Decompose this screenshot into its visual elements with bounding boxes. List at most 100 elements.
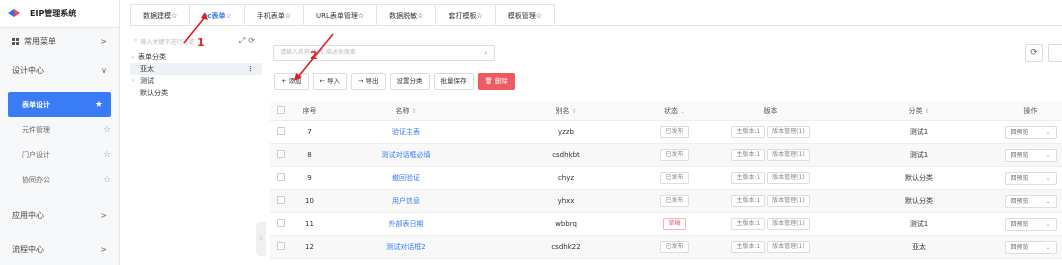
- menu-design-center-label: 设计中心: [12, 66, 44, 75]
- star-outline-icon[interactable]: ☆: [103, 125, 111, 135]
- version-mgmt-button[interactable]: 版本管理(1): [767, 172, 810, 184]
- action-dropdown[interactable]: 回预览 ⌄: [1004, 194, 1057, 208]
- header-name[interactable]: 名称 ⇕: [327, 106, 485, 116]
- main-version-button[interactable]: 主版本:1: [731, 241, 766, 253]
- cell-no: 8: [307, 151, 312, 159]
- tree-node-yatai[interactable]: 亚太 ⋮: [130, 63, 262, 75]
- table-row[interactable]: 12 测试对话框2 csdhk22 已发布 主版本:1 版本管理(1) 亚太 回预览 ⌄: [270, 236, 1062, 259]
- more-icon[interactable]: ⋮: [247, 63, 254, 75]
- sidebar-item-form-design[interactable]: 表单设计 ★: [8, 92, 111, 117]
- expand-collapse-icon[interactable]: ⤢: [239, 36, 248, 45]
- delete-button[interactable]: 🗑 删除: [477, 73, 515, 90]
- main-version-button[interactable]: 主版本:1: [731, 195, 766, 207]
- table-row[interactable]: 11 外部表日期 wbbrq 草稿 主版本:1 版本管理(1) 测试1 回预览 ⌄: [270, 213, 1062, 236]
- tree-node-label: 默认分类: [140, 89, 168, 97]
- sidebar-item-component-mgmt[interactable]: 元件管理 ☆: [0, 117, 119, 142]
- menu-common-label: 常用菜单: [24, 36, 56, 46]
- version-mgmt-button[interactable]: 版本管理(1): [767, 149, 810, 161]
- menu-app-center[interactable]: 应用中心 >: [0, 198, 119, 232]
- row-checkbox[interactable]: [277, 219, 285, 227]
- cell-name-link[interactable]: 用户信息: [392, 197, 420, 205]
- cell-name-link[interactable]: 验证主表: [392, 128, 420, 136]
- tab-data-masking[interactable]: 数据脱敏☆: [377, 4, 437, 26]
- version-mgmt-button[interactable]: 版本管理(1): [767, 218, 810, 230]
- version-mgmt-button[interactable]: 版本管理(1): [767, 241, 810, 253]
- chevron-down-icon: ⌄: [1045, 197, 1051, 205]
- logo-icon: [8, 9, 20, 18]
- caret-down-icon[interactable]: ⌄: [130, 51, 138, 63]
- table-row[interactable]: 7 验证主表 yzzb 已发布 主版本:1 版本管理(1) 测试1 回预览 ⌄: [270, 121, 1062, 144]
- row-checkbox[interactable]: [277, 173, 285, 181]
- action-dropdown[interactable]: 回预览 ⌄: [1004, 240, 1057, 254]
- header-no: 序号: [302, 106, 317, 115]
- tab-print-template[interactable]: 套打模板☆: [436, 4, 496, 26]
- cell-alias: wbbrq: [555, 220, 577, 228]
- sidebar-item-collab-office[interactable]: 协同办公 ☆: [0, 167, 119, 192]
- tab-template-mgmt[interactable]: 模板管理☆: [495, 4, 556, 26]
- tab-pc-form[interactable]: pc表单☆: [190, 4, 245, 26]
- main-version-button[interactable]: 主版本:1: [731, 172, 766, 184]
- settings-button[interactable]: [1048, 44, 1062, 62]
- action-dropdown[interactable]: 回预览 ⌄: [1004, 125, 1057, 139]
- table-row[interactable]: 9 撤回验证 chyz 已发布 主版本:1 版本管理(1) 默认分类 回预览 ⌄: [270, 167, 1062, 190]
- cell-name-link[interactable]: 撤回验证: [392, 174, 420, 182]
- chevron-right-icon: >: [100, 36, 107, 46]
- table-row[interactable]: 8 测试对话框必填 csdhkbt 已发布 主版本:1 版本管理(1) 测试1 回预览 ⌄: [270, 144, 1062, 167]
- caret-right-icon[interactable]: ›: [132, 75, 140, 87]
- tab-mobile-form[interactable]: 手机表单☆: [244, 4, 304, 26]
- version-mgmt-button[interactable]: 版本管理(1): [767, 195, 810, 207]
- header-category[interactable]: 分类 ⇕: [839, 106, 999, 116]
- header-status[interactable]: 状态 ⌄: [647, 106, 702, 116]
- table-row[interactable]: 10 用户信息 yhxx 已发布 主版本:1 版本管理(1) 默认分类 回预览 ⌄: [270, 190, 1062, 213]
- action-dropdown[interactable]: 回预览 ⌄: [1004, 217, 1057, 231]
- tab-url-form[interactable]: URL表单管理☆: [304, 4, 378, 26]
- row-checkbox[interactable]: [277, 196, 285, 204]
- toolbar: + 添加 ← 导入 → 导出 设置分类 批量保存 🗑 删除: [274, 73, 515, 90]
- sidebar-item-portal-design[interactable]: 门户设计 ☆: [0, 142, 119, 167]
- app-title: EIP管理系统: [30, 9, 77, 18]
- menu-design-center[interactable]: 设计中心 ∨: [0, 54, 119, 87]
- search-icon[interactable]: ⌕: [484, 46, 488, 60]
- star-icon[interactable]: ★: [95, 100, 103, 110]
- set-category-button[interactable]: 设置分类: [389, 73, 430, 90]
- row-checkbox[interactable]: [277, 242, 285, 250]
- cell-name-link[interactable]: 外部表日期: [389, 220, 424, 228]
- refresh-button[interactable]: ⟳: [1025, 44, 1043, 62]
- search-input[interactable]: 请输入名称,别名,描述来搜索 ⌕: [273, 45, 495, 61]
- row-checkbox[interactable]: [277, 150, 285, 158]
- menu-common[interactable]: 常用菜单 >: [0, 28, 119, 54]
- tree-node-test[interactable]: › 测试: [130, 75, 262, 87]
- star-outline-icon[interactable]: ☆: [103, 150, 111, 160]
- export-button[interactable]: → 导出: [351, 73, 386, 90]
- star-outline-icon[interactable]: ☆: [103, 175, 111, 185]
- import-button[interactable]: ← 导入: [312, 73, 348, 90]
- main-version-button[interactable]: 主版本:1: [731, 149, 766, 161]
- category-tree: ⌕ 输入关键字进行过滤 ⤢⟳ ⌄ 表单分类 亚太 ⋮ › 测试 默认分类: [130, 33, 262, 265]
- tab-bar: 数据建模☆ pc表单☆ 手机表单☆ URL表单管理☆ 数据脱敏☆ 套打模板☆ 模…: [130, 4, 556, 26]
- action-dropdown[interactable]: 回预览 ⌄: [1004, 148, 1057, 162]
- tree-node-label: 亚太: [140, 65, 154, 73]
- menu-flow-center-label: 流程中心: [12, 244, 44, 254]
- panel-collapse-handle[interactable]: ‹: [256, 222, 266, 256]
- header-status-label: 状态: [663, 106, 678, 115]
- annotation-number-2: 2: [310, 49, 318, 62]
- row-checkbox[interactable]: [277, 127, 285, 135]
- tree-search-input[interactable]: ⌕ 输入关键字进行过滤 ⤢⟳: [130, 33, 262, 49]
- refresh-icon: ⟳: [1030, 48, 1038, 58]
- add-button[interactable]: + 添加: [274, 73, 309, 90]
- tree-node-default[interactable]: 默认分类: [130, 87, 262, 99]
- cell-name-link[interactable]: 测试对话框2: [386, 243, 425, 251]
- main-version-button[interactable]: 主版本:1: [731, 218, 766, 230]
- header-alias[interactable]: 别名 ⇕: [485, 106, 647, 116]
- tree-root[interactable]: ⌄ 表单分类: [130, 51, 262, 63]
- batch-save-button[interactable]: 批量保存: [433, 73, 474, 90]
- chevron-down-icon: ⌄: [1045, 220, 1051, 228]
- select-all-checkbox[interactable]: [277, 105, 285, 114]
- version-mgmt-button[interactable]: 版本管理(1): [767, 126, 810, 138]
- tab-data-modeling[interactable]: 数据建模☆: [130, 4, 191, 26]
- action-dropdown[interactable]: 回预览 ⌄: [1004, 171, 1057, 185]
- menu-flow-center[interactable]: 流程中心 >: [0, 232, 119, 265]
- cell-name-link[interactable]: 测试对话框必填: [382, 151, 431, 159]
- main-version-button[interactable]: 主版本:1: [731, 126, 766, 138]
- refresh-icon[interactable]: ⟳: [248, 36, 258, 45]
